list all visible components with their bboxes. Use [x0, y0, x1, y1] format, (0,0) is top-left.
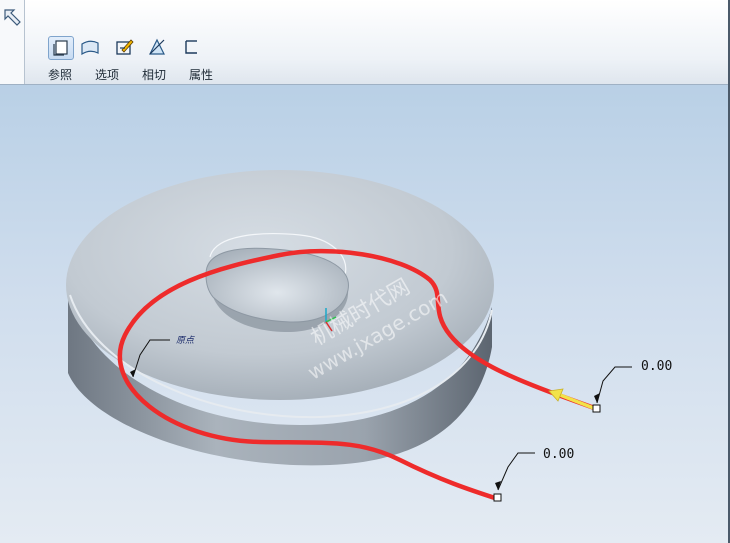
tab-tangent-alt-icon-button[interactable] — [145, 36, 169, 58]
dashboard-left-strip — [0, 0, 25, 84]
dimension-leader-2 — [497, 452, 535, 491]
tab-tangent[interactable]: 相切 — [142, 66, 166, 83]
model-scene[interactable]: 0.00 0.00 原点 机械时代网 www.jxage.com — [0, 85, 728, 543]
tab-reference-icon-button[interactable] — [48, 36, 74, 60]
toolbar: 参照 选项 相切 属性 — [0, 0, 730, 85]
tangent-icon — [116, 39, 134, 55]
point-label-arrowhead — [130, 369, 136, 377]
start-point-handle[interactable] — [592, 404, 601, 413]
tab-properties[interactable]: 属性 — [189, 66, 213, 83]
tangent-alt-icon — [149, 38, 165, 55]
options-icon — [81, 40, 99, 56]
back-arrow-icon[interactable] — [2, 6, 24, 28]
tab-reference[interactable]: 参照 — [48, 66, 72, 83]
direction-arrow[interactable] — [548, 388, 597, 411]
end-point-handle[interactable] — [493, 493, 502, 502]
graphics-viewport[interactable]: 0.00 0.00 原点 机械时代网 www.jxage.com — [0, 85, 728, 543]
dimension-leader-1 — [596, 366, 632, 404]
tab-tangent-icon-button[interactable] — [113, 36, 137, 58]
dimension-1-arrowhead — [594, 393, 600, 403]
dimension-value-2[interactable]: 0.00 — [543, 447, 574, 462]
origin-point-label: 原点 — [176, 335, 195, 346]
tab-properties-icon-button[interactable] — [179, 36, 203, 58]
tab-options-icon-button[interactable] — [78, 36, 102, 58]
tab-options[interactable]: 选项 — [95, 66, 119, 83]
reference-icon — [53, 40, 68, 56]
dimension-value-1[interactable]: 0.00 — [641, 359, 672, 374]
properties-icon — [185, 40, 197, 54]
